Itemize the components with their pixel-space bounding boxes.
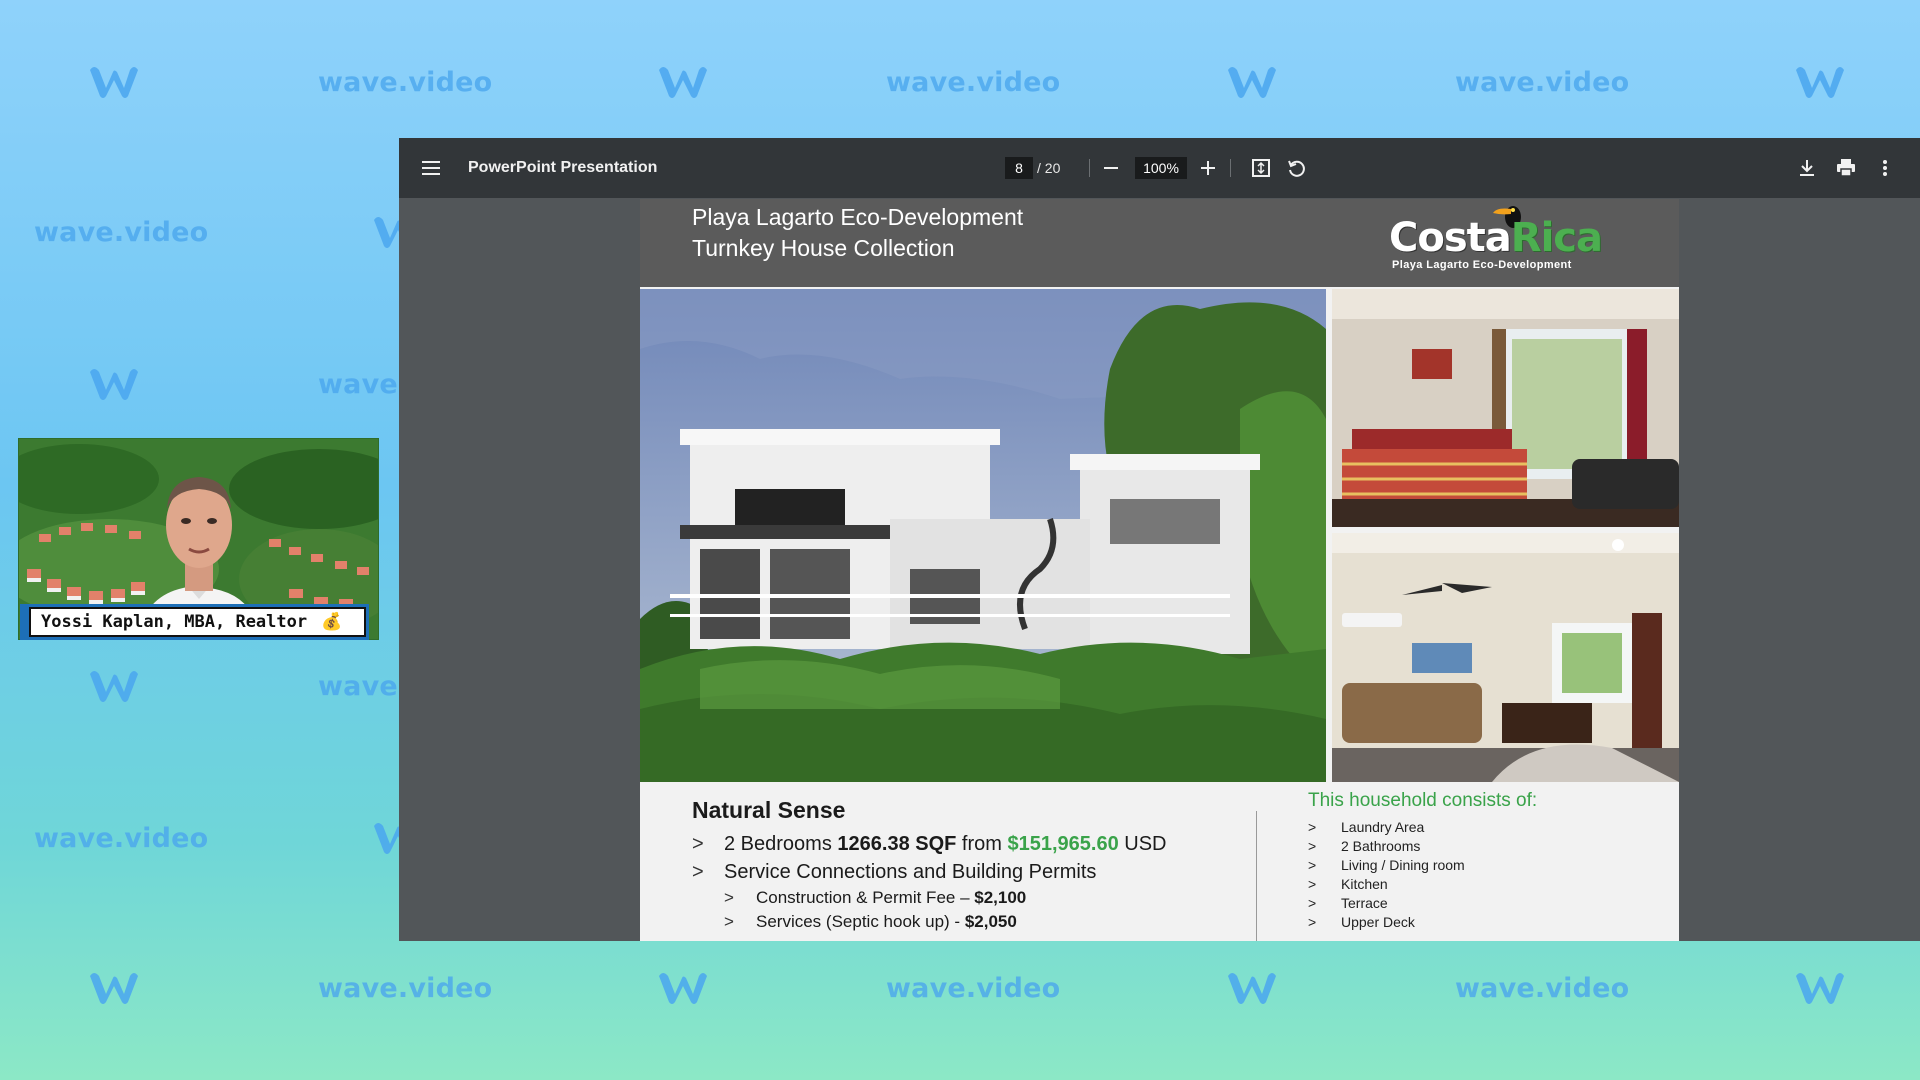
bullet-services: > Service Connections and Building Permi… [692, 858, 1167, 886]
slide-title: Playa Lagarto Eco-Development Turnkey Ho… [692, 202, 1023, 264]
plus-icon[interactable] [1196, 156, 1220, 180]
page-number-input[interactable]: 8 [1005, 157, 1033, 179]
logo-tagline: Playa Lagarto Eco-Development [1392, 259, 1572, 271]
presenter-name: Yossi Kaplan, MBA, Realtor [41, 612, 308, 632]
download-icon[interactable] [1795, 156, 1819, 180]
bullet-septic: > Services (Septic hook up) - $2,050 [692, 910, 1167, 934]
bullet-marker: > [1308, 914, 1317, 930]
watermark-text: wave.video [318, 972, 493, 1004]
wave-w-logo-icon [86, 354, 142, 414]
bullet-bedrooms: > 2 Bedrooms 1266.38 SQF from $151,965.6… [692, 830, 1167, 858]
list-item: > Living / Dining room [1308, 856, 1537, 875]
bedroom-photo [1332, 289, 1679, 527]
wave-w-logo-icon [1792, 958, 1848, 1018]
pdf-page: Playa Lagarto Eco-Development Turnkey Ho… [640, 199, 1679, 941]
watermark-row: wave.video wave.video wave.video [0, 958, 1920, 1018]
bullet-marker: > [1308, 857, 1317, 873]
list-item: > Upper Deck [1308, 913, 1537, 932]
permit-fee-text: Construction & Permit Fee – [756, 888, 975, 907]
household-title: This household consists of: [1308, 790, 1538, 811]
permit-fee-price: $2,100 [974, 888, 1027, 907]
list-item-label: Laundry Area [1341, 819, 1425, 835]
list-item: > Terrace [1308, 894, 1537, 913]
wave-w-logo-icon [86, 656, 142, 716]
watermark-text: wave.video [1455, 972, 1630, 1004]
wave-w-logo-icon [1224, 52, 1280, 112]
list-item-label: Kitchen [1341, 876, 1388, 892]
fit-page-icon[interactable] [1249, 156, 1273, 180]
page-total: / 20 [1037, 160, 1061, 176]
square-footage: 1266.38 SQF [837, 833, 957, 855]
menu-icon[interactable] [419, 156, 443, 180]
watermark-row: wave.video wave.video wave.video [0, 52, 1920, 112]
bullet-marker: > [724, 888, 734, 907]
slide-header: Playa Lagarto Eco-Development Turnkey Ho… [640, 199, 1679, 287]
bullet-marker: > [692, 833, 704, 855]
watermark-text: wave.video [318, 670, 398, 702]
wave-w-logo-icon [86, 52, 142, 112]
print-icon[interactable] [1834, 156, 1858, 180]
household-list: This household consists of: > Laundry Are… [1308, 790, 1537, 932]
list-item-label: Living / Dining room [1341, 857, 1465, 873]
currency-text: USD [1118, 833, 1167, 855]
list-item: > Kitchen [1308, 875, 1537, 894]
watermark-text: wave.video [318, 66, 493, 98]
watermark-text: wave.video [1455, 66, 1630, 98]
wave-w-logo-icon [1792, 52, 1848, 112]
wave-w-logo-icon [86, 958, 142, 1018]
watermark-text: wave.video [34, 216, 209, 248]
more-vertical-icon[interactable] [1873, 156, 1897, 180]
info-divider [1256, 811, 1257, 941]
minus-icon[interactable] [1099, 156, 1123, 180]
watermark-text: wave.video [886, 972, 1061, 1004]
rotate-icon[interactable] [1284, 156, 1308, 180]
bullet-marker: > [724, 912, 734, 931]
bedrooms-text: 2 Bedrooms [724, 833, 838, 855]
list-item-label: Terrace [1341, 895, 1388, 911]
wave-w-logo-icon [655, 52, 711, 112]
product-name: Natural Sense [692, 797, 846, 823]
list-item-label: 2 Bathrooms [1341, 838, 1421, 854]
costa-rica-logo: CostaRica Playa Lagarto Eco-Development [1385, 203, 1675, 283]
wave-w-logo-icon [655, 958, 711, 1018]
pdf-toolbar: PowerPoint Presentation 8 / 20 100% [399, 138, 1920, 198]
pdf-viewer: PowerPoint Presentation 8 / 20 100% Play… [399, 138, 1920, 941]
slide-title-line2: Turnkey House Collection [692, 235, 955, 261]
list-item: >2 Bathrooms [1308, 837, 1537, 856]
bullet-marker: > [692, 861, 704, 883]
septic-text: Services (Septic hook up) - [756, 912, 965, 931]
watermark-text: wave.video [318, 368, 398, 400]
list-item-label: Upper Deck [1341, 914, 1415, 930]
bullet-marker: > [1308, 838, 1317, 854]
zoom-level-input[interactable]: 100% [1135, 157, 1187, 179]
services-text: Service Connections and Building Permits [724, 861, 1097, 883]
house-price: $151,965.60 [1007, 833, 1119, 855]
logo-word-costa: Costa [1389, 215, 1512, 261]
from-text: from [956, 833, 1008, 855]
wave-w-logo-icon [1224, 958, 1280, 1018]
septic-price: $2,050 [964, 912, 1017, 931]
bullet-marker: > [1308, 895, 1317, 911]
living-room-photo [1332, 533, 1679, 782]
bullet-marker: > [1308, 819, 1317, 835]
logo-word-rica: Rica [1510, 215, 1603, 261]
house-exterior-photo [640, 289, 1326, 782]
list-item: > Laundry Area [1308, 818, 1537, 837]
bullet-permit-fee: > Construction & Permit Fee – $2,100 [692, 886, 1167, 910]
property-details: Natural Sense > 2 Bedrooms 1266.38 SQF f… [692, 797, 1167, 934]
document-title: PowerPoint Presentation [468, 159, 658, 176]
money-bag-icon: 💰 [321, 612, 343, 632]
watermark-text: wave.video [886, 66, 1061, 98]
toolbar-divider [1230, 159, 1231, 177]
toolbar-divider [1089, 159, 1090, 177]
slide-title-line1: Playa Lagarto Eco-Development [692, 204, 1024, 230]
presenter-nameplate: Yossi Kaplan, MBA, Realtor 💰 [20, 604, 369, 640]
watermark-text: wave.video [34, 822, 209, 854]
bullet-marker: > [1308, 876, 1317, 892]
